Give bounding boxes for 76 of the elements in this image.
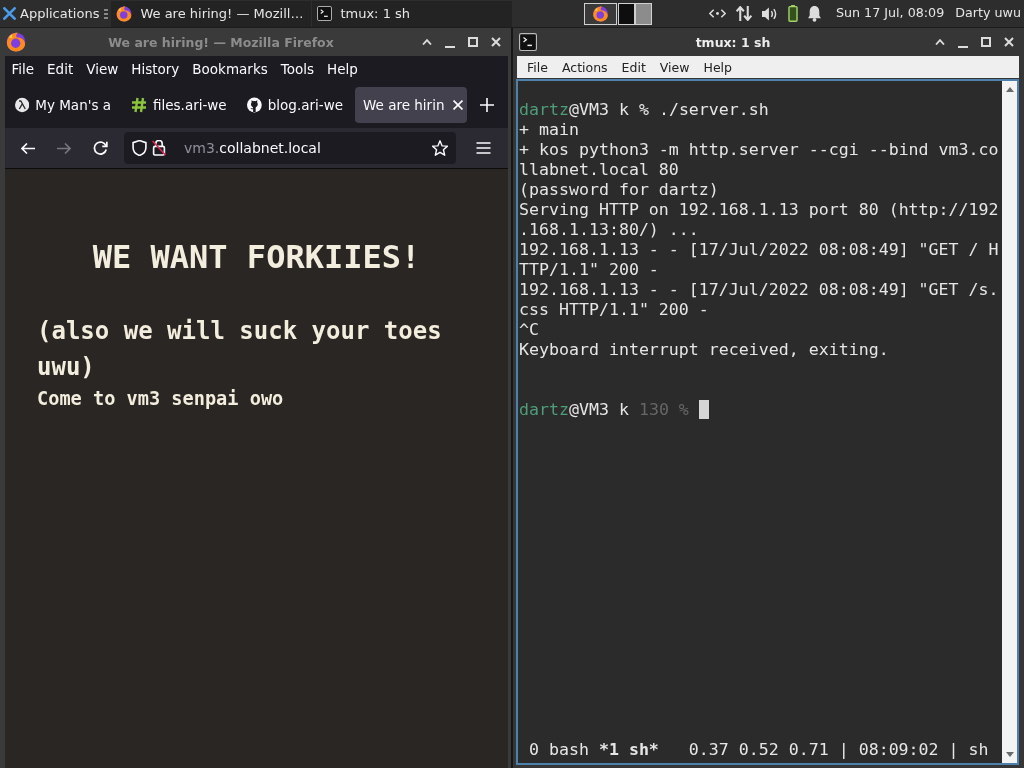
terminal-icon bbox=[519, 33, 537, 51]
menu-item[interactable]: Help bbox=[320, 61, 365, 77]
fox-globe-icon bbox=[116, 5, 133, 22]
tmux-window: *1 sh* bbox=[598, 740, 659, 760]
terminal-line: + main bbox=[519, 120, 579, 139]
window-title: tmux: 1 sh bbox=[694, 34, 772, 50]
tmux-window: 0 bash bbox=[529, 740, 589, 760]
browser-tab[interactable]: My Man's a bbox=[7, 87, 119, 123]
terminal-line: dartz@VM3 k % ./server.sh bbox=[519, 100, 769, 119]
scroll-down-icon[interactable] bbox=[1005, 752, 1014, 757]
maximize-icon bbox=[468, 37, 478, 47]
menu-item[interactable]: Help bbox=[696, 59, 739, 75]
terminal-line: dartz@VM3 k 130 % bbox=[519, 400, 689, 419]
menu-item[interactable]: Bookmarks bbox=[185, 61, 275, 77]
bookmark-star-icon[interactable] bbox=[432, 140, 448, 156]
volume-icon[interactable] bbox=[761, 6, 778, 21]
reload-icon bbox=[92, 141, 108, 155]
close-icon bbox=[453, 100, 464, 110]
minimize-icon bbox=[958, 45, 968, 48]
plus-icon bbox=[480, 98, 494, 112]
chevron-up-icon bbox=[935, 38, 945, 46]
lock-strikethrough-icon[interactable] bbox=[152, 140, 166, 156]
browser-tab[interactable]: files.ari-we bbox=[123, 87, 235, 123]
taskbar-button[interactable]: We are hiring! — Mozill… bbox=[111, 0, 312, 27]
user-menu-button[interactable]: Darty uwu bbox=[955, 0, 1021, 27]
window-title: We are hiring! — Mozilla Firefox bbox=[107, 34, 335, 50]
terminal-line: Serving HTTP on 192.168.1.13 port 80 (http://192.168.1.13:80/) ... bbox=[519, 200, 999, 239]
scroll-up-icon[interactable] bbox=[1005, 87, 1014, 92]
terminal-line: 192.168.1.13 - - [17/Jul/2022 08:08:49] "GET /s.css HTTP/1.1" 200 - bbox=[519, 280, 999, 319]
menu-item[interactable]: Actions bbox=[554, 59, 615, 75]
x-logo-icon bbox=[3, 7, 16, 20]
browser-tab[interactable]: We are hirin bbox=[355, 87, 467, 123]
bell-icon[interactable] bbox=[807, 5, 821, 22]
menu-item[interactable]: History bbox=[124, 61, 186, 77]
address-bar[interactable]: vm3.collabnet.local bbox=[124, 132, 456, 164]
menu-icon bbox=[475, 142, 491, 154]
terminal-icon bbox=[317, 6, 333, 21]
close-icon bbox=[491, 37, 501, 47]
battery-icon[interactable] bbox=[787, 5, 798, 22]
applications-menu-button[interactable]: Applications bbox=[0, 0, 103, 27]
handle-icon[interactable] bbox=[104, 8, 109, 19]
transfer-arrows-icon[interactable] bbox=[735, 6, 752, 21]
terminal-line: Keyboard interrupt received, exiting. bbox=[519, 340, 889, 359]
menu-item[interactable]: File bbox=[520, 59, 555, 75]
scrollbar[interactable] bbox=[1002, 81, 1017, 763]
menu-item[interactable]: Edit bbox=[40, 61, 80, 77]
hash-icon bbox=[131, 97, 147, 113]
terminal-line: ^C bbox=[519, 320, 539, 339]
url-text: vm3.collabnet.local bbox=[184, 140, 322, 156]
menu-item[interactable]: View bbox=[79, 61, 125, 77]
menu-item[interactable]: Edit bbox=[614, 59, 653, 75]
page-subheading: (also we will suck your toes uwu) bbox=[37, 316, 443, 383]
close-icon bbox=[1004, 37, 1014, 47]
fox-globe-icon bbox=[6, 32, 26, 52]
terminal-line: + kos python3 -m http.server --cgi --bind vm3.collabnet.local 80 bbox=[519, 140, 999, 179]
workspace-switcher[interactable] bbox=[584, 2, 653, 25]
lambda-icon bbox=[15, 97, 30, 113]
taskbar-button[interactable]: tmux: 1 sh bbox=[312, 0, 513, 27]
terminal-line: 192.168.1.13 - - [17/Jul/2022 08:08:49] "GET / HTTP/1.1" 200 - bbox=[519, 240, 999, 279]
menu-item[interactable]: File bbox=[5, 61, 41, 77]
shield-icon[interactable] bbox=[132, 140, 147, 156]
browser-tab[interactable]: blog.ari-we bbox=[239, 87, 351, 123]
chevron-up-icon bbox=[422, 38, 432, 46]
panel-clock: Sun 17 Jul, 08:09 bbox=[835, 7, 945, 20]
page-text: Come to vm3 senpai owo bbox=[37, 387, 285, 411]
arrow-left-icon bbox=[21, 142, 35, 154]
maximize-icon bbox=[981, 37, 991, 47]
terminal-line: (password for dartz) bbox=[519, 180, 719, 199]
tmux-status-info: 0.37 0.52 0.71 | 08:09:02 | sh bbox=[688, 740, 990, 760]
network-icon[interactable] bbox=[708, 9, 726, 18]
menu-item[interactable]: Tools bbox=[274, 61, 321, 77]
arrow-right-icon bbox=[57, 142, 71, 154]
cat-icon bbox=[247, 97, 262, 113]
page-heading: WE WANT FORKIIES! bbox=[91, 237, 422, 277]
menu-item[interactable]: View bbox=[652, 59, 697, 75]
minimize-icon bbox=[445, 45, 455, 48]
